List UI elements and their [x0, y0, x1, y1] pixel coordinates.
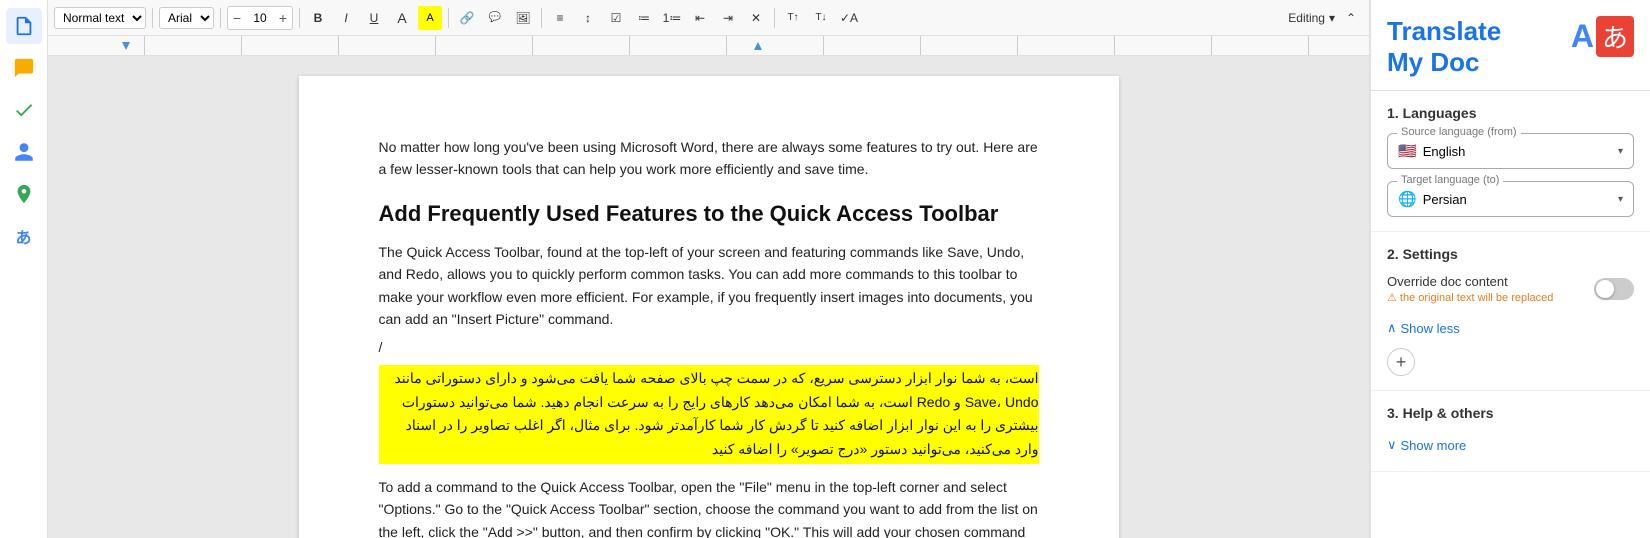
- doc-intro-text: No matter how long you've been using Mic…: [379, 136, 1039, 181]
- numbered-list-button[interactable]: 1≔: [660, 6, 684, 30]
- docs-icon[interactable]: [6, 8, 42, 44]
- sidebar-icons-panel: あ: [0, 0, 48, 538]
- maps-icon[interactable]: [6, 176, 42, 212]
- doc-slash-marker: /: [379, 336, 1039, 358]
- target-language-dropdown[interactable]: 🌐 Persian ▾: [1387, 181, 1634, 217]
- underline-button[interactable]: U: [362, 6, 386, 30]
- override-setting-text: Override doc content ⚠ the original text…: [1387, 274, 1553, 304]
- logo-japanese-a: あ: [1596, 16, 1634, 57]
- divider-4: [448, 8, 449, 28]
- insert-link-button[interactable]: 🔗: [455, 6, 479, 30]
- settings-section-title: 2. Settings: [1387, 246, 1634, 262]
- panel-logo: A あ: [1571, 16, 1634, 57]
- doc-para-1: The Quick Access Toolbar, found at the t…: [379, 241, 1039, 331]
- help-section: 3. Help & others ∨ Show more: [1371, 391, 1650, 472]
- divider-6: [774, 8, 775, 28]
- target-lang-value: Persian: [1423, 192, 1618, 207]
- document-page: No matter how long you've been using Mic…: [299, 76, 1119, 538]
- show-more-label: Show more: [1401, 438, 1467, 453]
- languages-section: 1. Languages Source language (from) 🇺🇸 E…: [1371, 91, 1650, 232]
- source-language-dropdown[interactable]: 🇺🇸 English ▾: [1387, 133, 1634, 169]
- override-setting-row: Override doc content ⚠ the original text…: [1387, 274, 1634, 304]
- ruler-ticks: [48, 36, 1369, 55]
- line-spacing-button[interactable]: ↕: [576, 6, 600, 30]
- override-toggle[interactable]: [1594, 278, 1634, 300]
- help-section-title: 3. Help & others: [1387, 405, 1634, 421]
- bold-button[interactable]: B: [306, 6, 330, 30]
- paragraph-style-select[interactable]: Normal text: [54, 7, 146, 29]
- divider-1: [152, 8, 153, 28]
- show-more-button[interactable]: ∨ Show more: [1387, 433, 1466, 457]
- right-panel: TranslateMy Doc A あ 1. Languages Source …: [1370, 0, 1650, 538]
- override-warning: ⚠ the original text will be replaced: [1387, 291, 1553, 304]
- source-lang-chevron: ▾: [1618, 146, 1623, 157]
- source-flag: 🇺🇸: [1398, 142, 1417, 160]
- chat-icon[interactable]: [6, 50, 42, 86]
- checklist-button[interactable]: ☑: [604, 6, 628, 30]
- panel-header: TranslateMy Doc A あ: [1371, 0, 1650, 91]
- settings-section: 2. Settings Override doc content ⚠ the o…: [1371, 232, 1650, 391]
- clear-format-button[interactable]: ✕: [744, 6, 768, 30]
- user-icon[interactable]: [6, 134, 42, 170]
- divider-3: [299, 8, 300, 28]
- document-area: Normal text Arial − + B I U A A 🔗 💬 🖼 ≡ …: [48, 0, 1370, 538]
- increase-font-button[interactable]: +: [274, 6, 292, 30]
- italic-button[interactable]: I: [334, 6, 358, 30]
- target-lang-chevron: ▾: [1618, 194, 1623, 205]
- translate-sidebar-icon[interactable]: あ: [6, 218, 42, 254]
- divider-2: [220, 8, 221, 28]
- panel-title: TranslateMy Doc: [1387, 16, 1501, 78]
- toggle-knob: [1596, 280, 1614, 298]
- bullet-list-button[interactable]: ≔: [632, 6, 656, 30]
- target-flag: 🌐: [1398, 190, 1417, 208]
- insert-comment-button[interactable]: 💬: [483, 6, 507, 30]
- editing-text: Editing: [1288, 11, 1325, 25]
- show-less-chevron: ∧: [1387, 320, 1397, 336]
- font-color-button[interactable]: A: [390, 6, 414, 30]
- font-family-select[interactable]: Arial: [159, 7, 214, 29]
- show-less-label: Show less: [1401, 321, 1460, 336]
- ruler: [48, 36, 1369, 56]
- source-lang-label: Source language (from): [1397, 126, 1521, 138]
- superscript-button[interactable]: T↑: [781, 6, 805, 30]
- doc-para-2: To add a command to the Quick Access Too…: [379, 476, 1039, 538]
- panel-title-text: TranslateMy Doc: [1387, 16, 1501, 78]
- decrease-indent-button[interactable]: ⇤: [688, 6, 712, 30]
- doc-translated-text: است، به شما نوار ابزار دسترسی سریع، که د…: [379, 365, 1039, 464]
- source-lang-value: English: [1423, 144, 1618, 159]
- override-label: Override doc content: [1387, 274, 1553, 289]
- show-more-chevron: ∨: [1387, 437, 1397, 453]
- doc-heading: Add Frequently Used Features to the Quic…: [379, 201, 1039, 227]
- increase-indent-button[interactable]: ⇥: [716, 6, 740, 30]
- toolbar: Normal text Arial − + B I U A A 🔗 💬 🖼 ≡ …: [48, 0, 1369, 36]
- target-lang-label: Target language (to): [1397, 174, 1503, 186]
- show-less-button[interactable]: ∧ Show less: [1387, 316, 1460, 340]
- font-size-control: − +: [227, 6, 293, 30]
- align-button[interactable]: ≡: [548, 6, 572, 30]
- logo-english-a: A: [1571, 18, 1594, 55]
- insert-image-button[interactable]: 🖼: [511, 6, 535, 30]
- editing-mode-label: Editing ▾: [1288, 11, 1335, 25]
- divider-5: [541, 8, 542, 28]
- check-icon[interactable]: [6, 92, 42, 128]
- font-size-input[interactable]: [246, 11, 274, 25]
- spellcheck-button[interactable]: ✓A: [837, 6, 861, 30]
- add-setting-button[interactable]: +: [1387, 348, 1415, 376]
- decrease-font-button[interactable]: −: [228, 6, 246, 30]
- collapse-toolbar-button[interactable]: ⌃: [1339, 6, 1363, 30]
- document-content-wrapper[interactable]: No matter how long you've been using Mic…: [48, 56, 1369, 538]
- editing-dropdown-icon[interactable]: ▾: [1329, 11, 1335, 25]
- languages-section-title: 1. Languages: [1387, 105, 1634, 121]
- subscript-button[interactable]: T↓: [809, 6, 833, 30]
- highlight-button[interactable]: A: [418, 6, 442, 30]
